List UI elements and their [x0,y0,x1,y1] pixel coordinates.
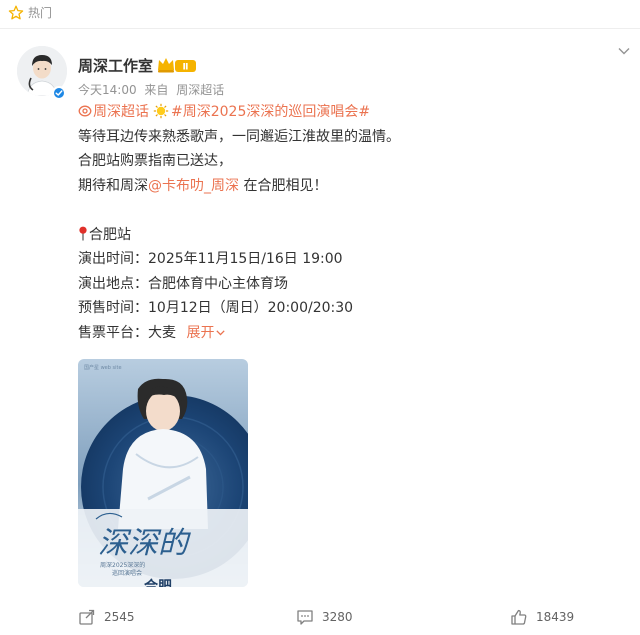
like-button[interactable]: 18439 [510,605,574,629]
expand-button[interactable]: 展开 [186,324,226,341]
post-source-prefix: 来自 [144,83,169,97]
supertopic-icon [78,105,92,117]
mention-link[interactable]: @卡布叻_周深 [148,178,239,194]
pushpin-icon [79,226,87,240]
supertopic-link[interactable]: 周深超话 [93,104,149,120]
author-name[interactable]: 周深工作室 [78,57,153,75]
content-line-3-text: 期待和周深 [78,177,148,194]
expand-label: 展开 [186,324,215,341]
post-time[interactable]: 今天14:00 [78,83,137,97]
comment-icon [297,610,313,625]
comment-count: 3280 [322,610,353,624]
post-source[interactable]: 周深超话 [176,83,224,97]
poster-city: 合肥 [144,578,172,587]
post-content: 周深超话 #周深2025深深的巡回演唱会# 等待耳边传来熟悉歌声，一同邂逅江淮故… [78,100,618,345]
repost-button[interactable]: 2545 [78,605,135,629]
content-line-1: 等待耳边传来熟悉歌声，一同邂逅江淮故里的温情。 [78,128,400,145]
city-name: 合肥站 [89,226,131,243]
repost-icon [79,609,95,625]
comment-button[interactable]: 3280 [296,605,353,629]
repost-count: 2545 [104,610,135,624]
hashtag-link[interactable]: #周深2025深深的巡回演唱会# [171,104,370,120]
chevron-down-icon [216,329,226,336]
presale-line: 预售时间：10月12日（周日）20:00/20:30 [78,300,354,316]
like-count: 18439 [536,610,575,624]
vip-level-text: Ⅱ [183,63,189,73]
thumbs-up-icon [511,609,527,625]
poster-corner-text: 国产星 web site [84,364,122,371]
poster-subtitle-2: 巡回演唱会 [112,569,142,577]
show-time-line: 演出时间：2025年11月15日/16日 19:00 [78,251,343,267]
content-line-3: 期待和周深@卡布叻_周深 在合肥相见！ [78,174,618,199]
content-line-2: 合肥站购票指南已送达， [78,153,232,169]
verified-badge-icon [52,86,66,100]
post-meta: 今天14:00 来自 周深超话 [78,83,224,97]
platform-text: 售票平台：大麦 [78,324,176,341]
hot-section-label: 热门 [28,6,53,20]
platform-line: 售票平台：大麦 展开 [78,321,618,346]
concert-poster-image[interactable]: 深深的 周深2025深深的 巡回演唱会 合肥 国产星 web site [78,359,248,587]
content-line-3-tail: 在合肥相见！ [239,177,328,194]
poster-subtitle-1: 周深2025深深的 [100,561,145,569]
top-bar: 热门 [0,0,640,29]
action-bar: 2545 3280 18439 [0,605,640,633]
city-line: 合肥站 [78,223,618,248]
venue-line: 演出地点：合肥体育中心主体育场 [78,275,288,292]
vip-crown-badge-icon: Ⅱ [158,58,196,73]
star-icon [8,5,24,20]
poster-title: 深深的 [98,526,191,561]
chevron-down-icon[interactable] [617,44,631,58]
sun-emoji-icon [153,103,169,119]
topic-line: 周深超话 #周深2025深深的巡回演唱会# [78,100,618,125]
